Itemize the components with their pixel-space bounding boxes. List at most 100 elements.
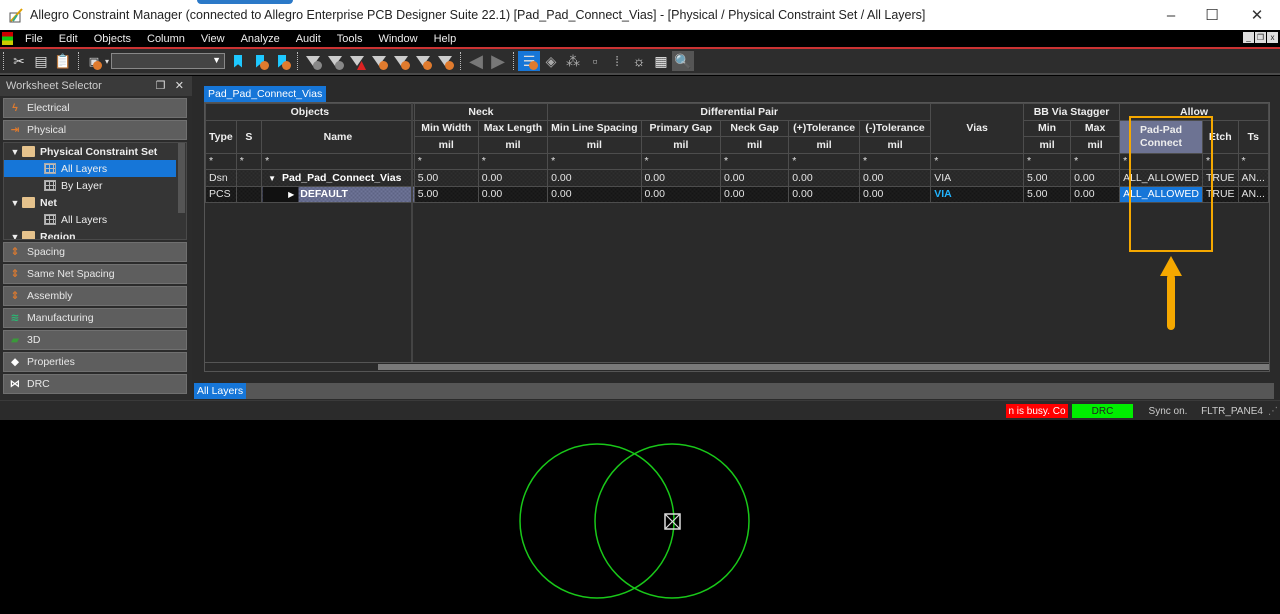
category-assembly[interactable]: ⇕ Assembly [3, 286, 187, 306]
cell-min-width[interactable]: 5.00 [413, 185, 479, 203]
mdi-document-icon[interactable] [2, 32, 13, 45]
cell-vias[interactable]: VIA [930, 169, 1025, 187]
mdi-close-icon[interactable]: x [1267, 32, 1278, 43]
redo-icon[interactable]: ▶ [487, 51, 509, 71]
cell-bb-max[interactable]: 0.00 [1070, 169, 1121, 187]
menu-tools[interactable]: Tools [329, 33, 371, 45]
table-row-dsn[interactable]: Dsn ▼ Pad_Pad_Connect_Vias 5.00 0.00 0.00… [205, 169, 1269, 187]
light-icon[interactable]: ☼ [628, 51, 650, 71]
group-icon[interactable]: ⁞ [606, 51, 628, 71]
tree-item-region[interactable]: ▼ Region [4, 228, 186, 240]
layout-canvas[interactable] [0, 420, 1280, 611]
tree-item-net[interactable]: ▼ Net [4, 194, 186, 211]
tag-icon[interactable]: ◈ [540, 51, 562, 71]
filter-min-width[interactable]: * [413, 152, 479, 170]
category-electrical[interactable]: ϟ Electrical [3, 98, 187, 118]
expand-icon[interactable]: ▶ [288, 190, 294, 199]
cell-bb-max[interactable]: 0.00 [1070, 185, 1121, 203]
menu-edit[interactable]: Edit [51, 33, 86, 45]
cut-icon[interactable]: ✂ [8, 51, 30, 71]
column-header-s[interactable]: S [235, 119, 263, 154]
column-header-type[interactable]: Type [205, 119, 237, 154]
filter-type[interactable]: * [205, 152, 237, 170]
menu-objects[interactable]: Objects [86, 33, 139, 45]
expand-icon[interactable]: ▼ [8, 232, 22, 240]
filter-copy-icon[interactable] [324, 51, 346, 71]
cell-vias[interactable]: VIA [930, 185, 1025, 203]
cell-primary-gap[interactable]: 0.00 [640, 185, 722, 203]
find-icon[interactable]: ▣ [83, 51, 105, 71]
zoom-icon[interactable]: 🔍 [672, 51, 695, 71]
cell-neck-gap[interactable]: 0.00 [720, 185, 790, 203]
category-physical[interactable]: ⇥ Physical [3, 120, 187, 140]
filter-ts[interactable]: * [1237, 152, 1269, 170]
menu-help[interactable]: Help [426, 33, 465, 45]
menu-view[interactable]: View [193, 33, 233, 45]
column-header-ts[interactable]: Ts [1237, 119, 1269, 154]
filter-neck-gap[interactable]: * [720, 152, 790, 170]
tree-item-by-layer[interactable]: By Layer [4, 177, 186, 194]
filter-vias[interactable]: * [930, 152, 1025, 170]
worksheet-icon[interactable]: ☰ [518, 51, 541, 71]
menu-column[interactable]: Column [139, 33, 193, 45]
paste-icon[interactable]: 📋 [52, 51, 74, 71]
filter-bb-max[interactable]: * [1070, 152, 1121, 170]
cell-minus-tolerance[interactable]: 0.00 [858, 185, 932, 203]
category-drc[interactable]: ⋈ DRC [3, 374, 187, 394]
copy-icon[interactable]: ▤ [30, 51, 52, 71]
category-spacing[interactable]: ⇕ Spacing [3, 242, 187, 262]
find-dropdown-icon[interactable]: ▾ [105, 57, 109, 66]
cell-min-line-spacing[interactable]: 0.00 [547, 185, 642, 203]
cell-min-line-spacing[interactable]: 0.00 [547, 169, 642, 187]
filter-min-line-spacing[interactable]: * [547, 152, 642, 170]
undo-icon[interactable]: ◀ [465, 51, 487, 71]
filter-s[interactable]: * [235, 152, 263, 170]
collapse-icon[interactable]: ▼ [268, 174, 276, 183]
expand-icon[interactable]: ▼ [8, 198, 22, 208]
cell-bb-min[interactable]: 5.00 [1023, 169, 1072, 187]
cell-name[interactable]: ▼ Pad_Pad_Connect_Vias [261, 169, 415, 187]
column-header-min-line-spacing[interactable]: Min Line Spacing [547, 119, 642, 137]
column-header-vias[interactable]: Vias [930, 103, 1025, 154]
column-header-bb-max[interactable]: Max [1070, 119, 1121, 137]
tab-all-layers[interactable]: All Layers [194, 383, 247, 399]
next-bookmark-icon[interactable] [249, 51, 271, 71]
column-header-bb-min[interactable]: Min [1023, 119, 1072, 137]
column-header-primary-gap[interactable]: Primary Gap [640, 119, 722, 137]
filter-plus-tolerance[interactable]: * [788, 152, 860, 170]
filter-error-icon[interactable] [346, 51, 368, 71]
category-3d[interactable]: ▰ 3D [3, 330, 187, 350]
minimize-button[interactable]: – [1148, 0, 1194, 30]
expand-icon[interactable]: ▼ [8, 147, 22, 157]
previous-bookmark-icon[interactable] [271, 51, 293, 71]
cell-s[interactable] [235, 185, 263, 203]
filter-list-icon[interactable] [412, 51, 434, 71]
bookmark-icon[interactable] [227, 51, 249, 71]
find-combo[interactable] [111, 53, 226, 69]
frozen-column-splitter[interactable] [411, 103, 413, 371]
filter-bb-min[interactable]: * [1023, 152, 1072, 170]
table-row-pcs[interactable]: PCS ▶ DEFAULT 5.00 0.00 0.00 0.00 0.00 0.… [205, 185, 1269, 203]
cell-max-length[interactable]: 0.00 [477, 169, 549, 187]
category-manufacturing[interactable]: ≋ Manufacturing [3, 308, 187, 328]
cell-name[interactable]: ▶ DEFAULT [261, 185, 415, 203]
maximize-button[interactable]: ☐ [1189, 0, 1235, 30]
tree-icon[interactable]: ⁂ [562, 51, 584, 71]
cell-max-length[interactable]: 0.00 [477, 185, 549, 203]
cell-bb-min[interactable]: 5.00 [1023, 185, 1072, 203]
menu-analyze[interactable]: Analyze [233, 33, 288, 45]
tree-scrollbar[interactable] [178, 143, 185, 213]
cell-ts[interactable]: AN... [1237, 169, 1269, 187]
object-icon[interactable]: ▫ [584, 51, 606, 71]
column-header-minus-tolerance[interactable]: (-)Tolerance [858, 119, 932, 137]
tree-item-all-layers[interactable]: All Layers [4, 160, 176, 177]
tree-item-net-all-layers[interactable]: All Layers [4, 211, 186, 228]
cell-type[interactable]: Dsn [205, 169, 237, 187]
status-drc[interactable]: DRC [1072, 404, 1133, 418]
cell-min-width[interactable]: 5.00 [413, 169, 479, 187]
category-same-net-spacing[interactable]: ⇕ Same Net Spacing [3, 264, 187, 284]
filter-undo-icon[interactable] [302, 51, 324, 71]
cell-ts[interactable]: AN... [1237, 185, 1269, 203]
filter-name[interactable]: * [261, 152, 415, 170]
menu-audit[interactable]: Audit [288, 33, 329, 45]
